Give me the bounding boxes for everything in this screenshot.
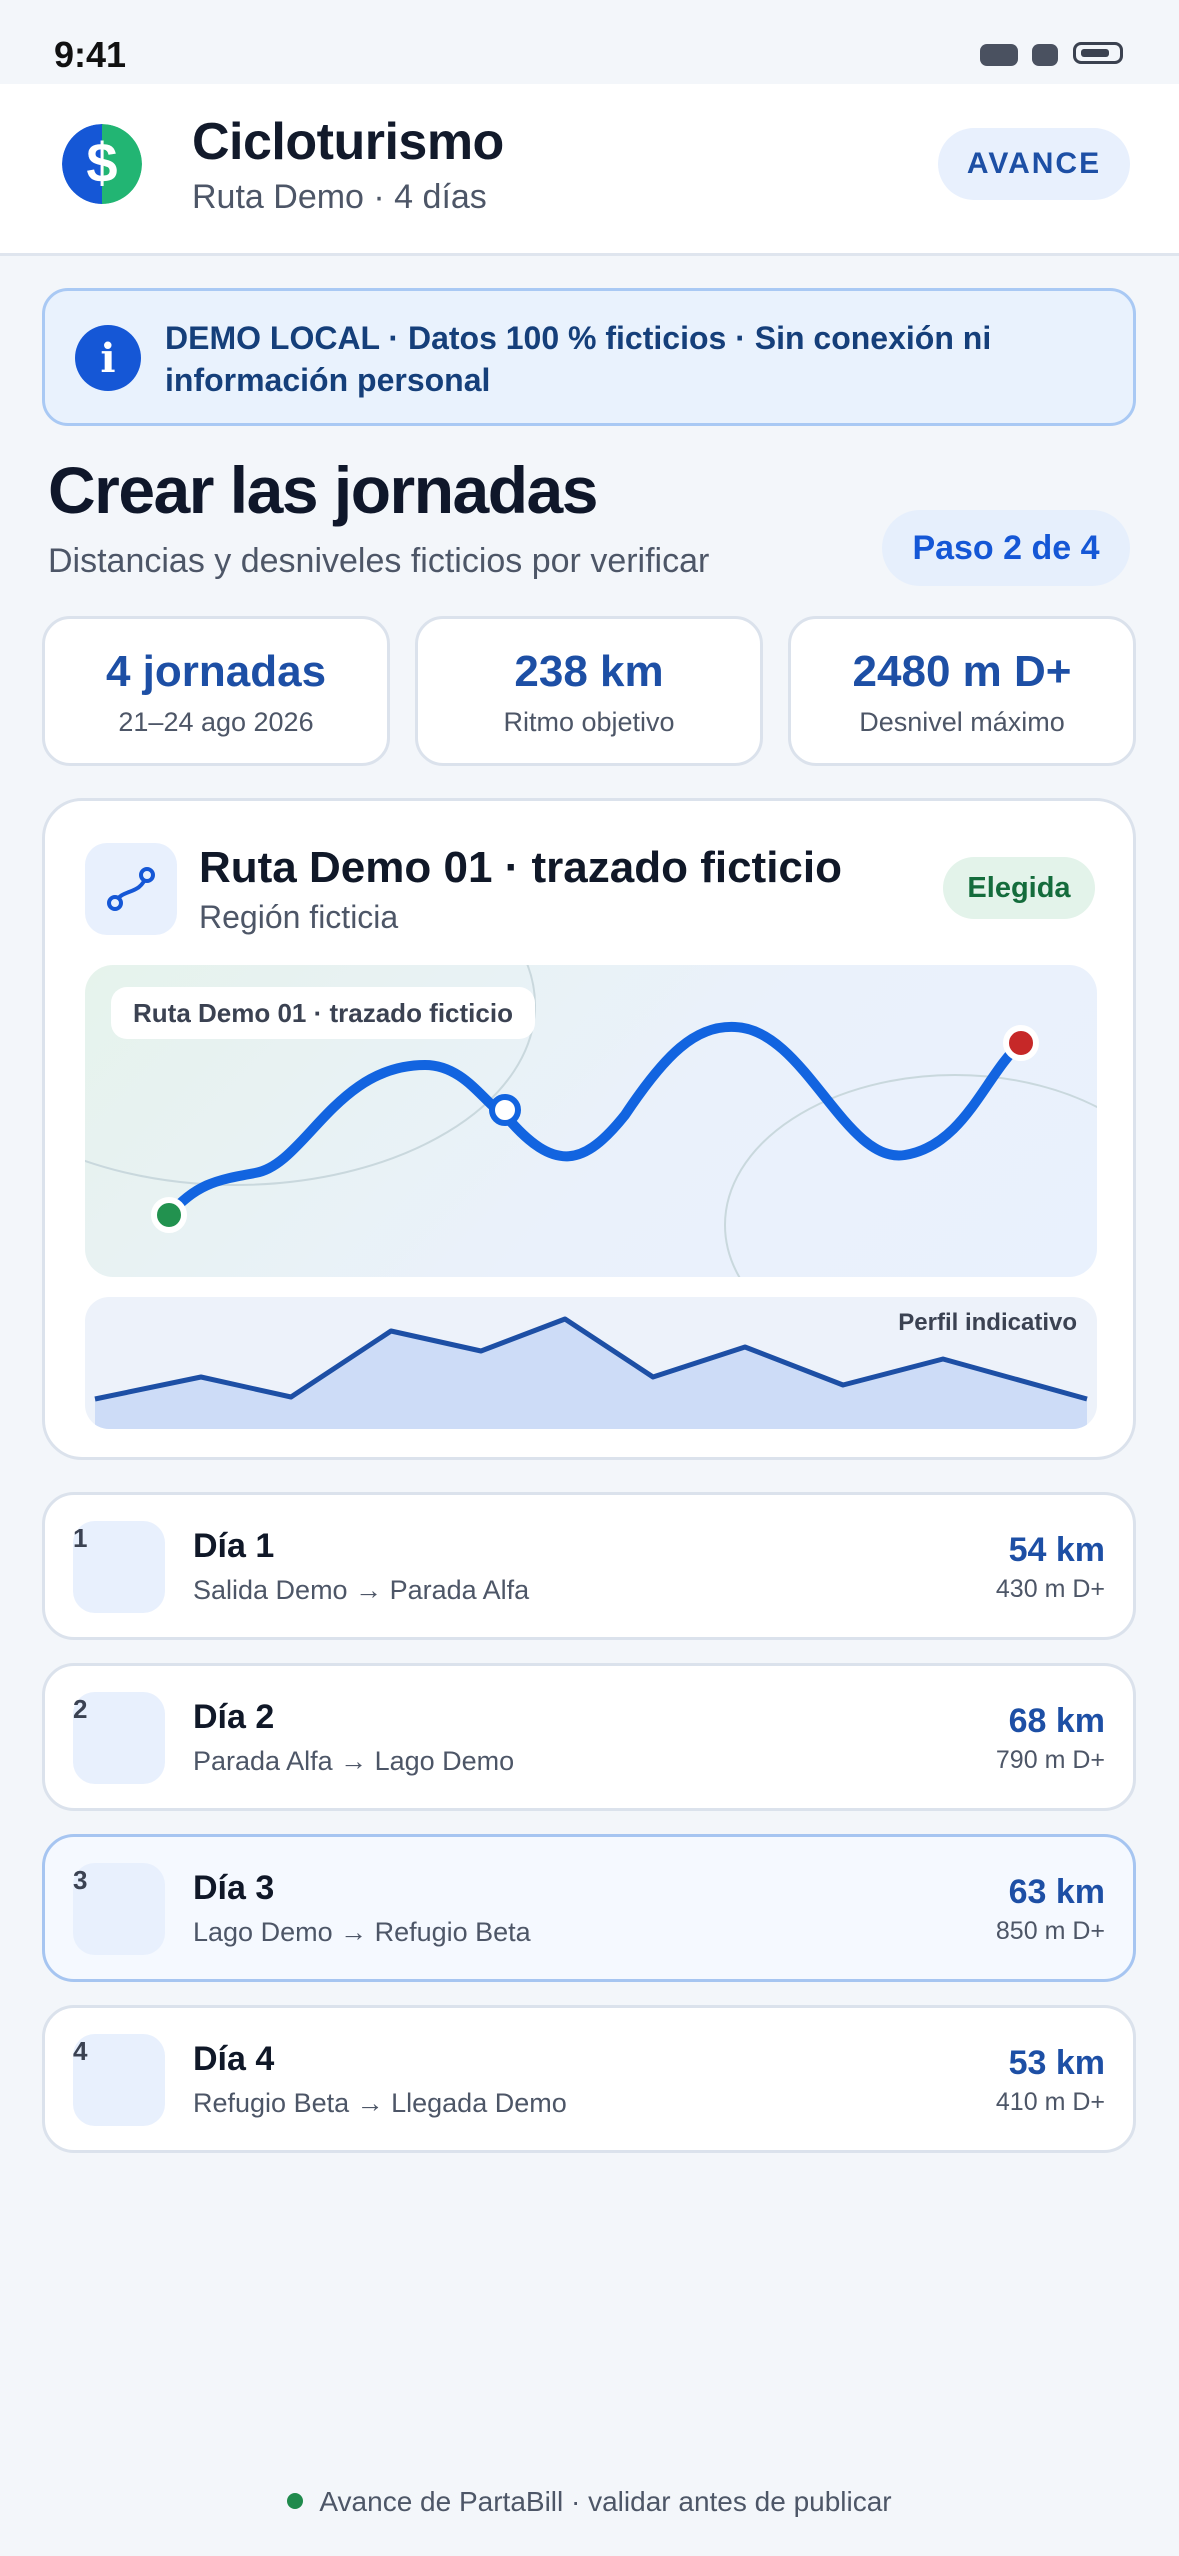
status-time: 9:41 xyxy=(54,34,127,75)
stat-card-elevation: 2480 m D+ Desnivel máximo xyxy=(788,616,1136,766)
stat-card-jornadas: 4 jornadas 21–24 ago 2026 xyxy=(42,616,390,766)
footer: Avance de PartaBill · validar antes de p… xyxy=(0,2486,1179,2518)
end-marker xyxy=(1003,1025,1039,1061)
route-title: Ruta Demo 01 · trazado ficticio xyxy=(199,843,843,892)
day-row-4[interactable]: 4 Día 4 Refugio Beta → Llegada Demo 53 k… xyxy=(42,2005,1136,2153)
stat-label: 21–24 ago 2026 xyxy=(118,707,314,737)
stat-label: Desnivel máximo xyxy=(859,707,1065,737)
map-label: Ruta Demo 01 · trazado ficticio xyxy=(111,987,535,1039)
day-number: 1 xyxy=(73,1523,88,1553)
battery-icon xyxy=(1073,42,1123,64)
route-card[interactable]: Ruta Demo 01 · trazado ficticio Región f… xyxy=(42,798,1136,1460)
day-name: Día 3 xyxy=(193,1869,275,1907)
route-path xyxy=(164,1021,1026,1220)
waypoint-marker xyxy=(489,1094,521,1126)
day-elevation: 410 m D+ xyxy=(995,2088,1105,2116)
day-name: Día 1 xyxy=(193,1527,275,1565)
day-route: Parada Alfa → Lago Demo xyxy=(193,1746,515,1776)
wifi-icon xyxy=(1032,44,1058,66)
footer-text: Avance de PartaBill · validar antes de p… xyxy=(319,2486,892,2517)
day-distance: 63 km xyxy=(1008,1873,1105,1911)
status-bar: 9:41 xyxy=(0,0,1179,84)
start-marker xyxy=(151,1197,187,1233)
day-row-2[interactable]: 2 Día 2 Parada Alfa → Lago Demo 68 km 79… xyxy=(42,1663,1136,1811)
demo-info-banner: i DEMO LOCAL · Datos 100 % ficticios · S… xyxy=(42,288,1136,426)
route-map[interactable]: Ruta Demo 01 · trazado ficticio xyxy=(85,965,1097,1277)
chosen-badge: Elegida xyxy=(943,857,1095,919)
day-row-1[interactable]: 1 Día 1 Salida Demo → Parada Alfa 54 km … xyxy=(42,1492,1136,1640)
day-name: Día 2 xyxy=(193,1698,275,1736)
day-number: 4 xyxy=(73,2036,88,2066)
day-elevation: 850 m D+ xyxy=(995,1917,1105,1945)
day-distance: 54 km xyxy=(1008,1531,1105,1569)
day-route: Lago Demo → Refugio Beta xyxy=(193,1917,531,1947)
stat-value: 238 km xyxy=(514,647,664,696)
day-row-3[interactable]: 3 Día 3 Lago Demo → Refugio Beta 63 km 8… xyxy=(42,1834,1136,1982)
day-elevation: 430 m D+ xyxy=(995,1575,1105,1603)
avance-button[interactable]: AVANCE xyxy=(938,128,1130,200)
route-icon xyxy=(85,843,177,935)
banner-text: DEMO LOCAL · Datos 100 % ficticios · Sin… xyxy=(165,320,992,398)
step-badge: Paso 2 de 4 xyxy=(882,510,1130,586)
day-distance: 53 km xyxy=(1008,2044,1105,2082)
svg-text:$: $ xyxy=(86,131,117,194)
profile-label: Perfil indicativo xyxy=(898,1309,1077,1336)
page-subtitle: Distancias y desniveles ficticios por ve… xyxy=(48,542,710,580)
app-subtitle: Ruta Demo · 4 días xyxy=(192,178,487,216)
app-title: Cicloturismo xyxy=(192,113,504,171)
day-distance: 68 km xyxy=(1008,1702,1105,1740)
stat-card-distance: 238 km Ritmo objetivo xyxy=(415,616,763,766)
stat-value: 4 jornadas xyxy=(105,647,327,696)
app-header: $ Cicloturismo Ruta Demo · 4 días AVANCE xyxy=(0,84,1179,256)
stat-label: Ritmo objetivo xyxy=(503,707,675,737)
day-name: Día 4 xyxy=(193,2040,275,2078)
day-number: 2 xyxy=(73,1694,88,1724)
day-route: Refugio Beta → Llegada Demo xyxy=(193,2088,567,2118)
route-region: Región ficticia xyxy=(199,899,399,935)
day-route: Salida Demo → Parada Alfa xyxy=(193,1575,530,1605)
elevation-profile: Perfil indicativo xyxy=(85,1297,1097,1429)
day-number: 3 xyxy=(73,1865,88,1895)
day-elevation: 790 m D+ xyxy=(995,1746,1105,1774)
page-title: Crear las jornadas xyxy=(48,453,598,527)
signal-icon xyxy=(980,44,1018,66)
stat-value: 2480 m D+ xyxy=(852,647,1072,696)
status-dot-icon xyxy=(287,2493,304,2509)
info-icon: i xyxy=(75,325,141,391)
app-logo-icon: $ xyxy=(62,124,142,204)
